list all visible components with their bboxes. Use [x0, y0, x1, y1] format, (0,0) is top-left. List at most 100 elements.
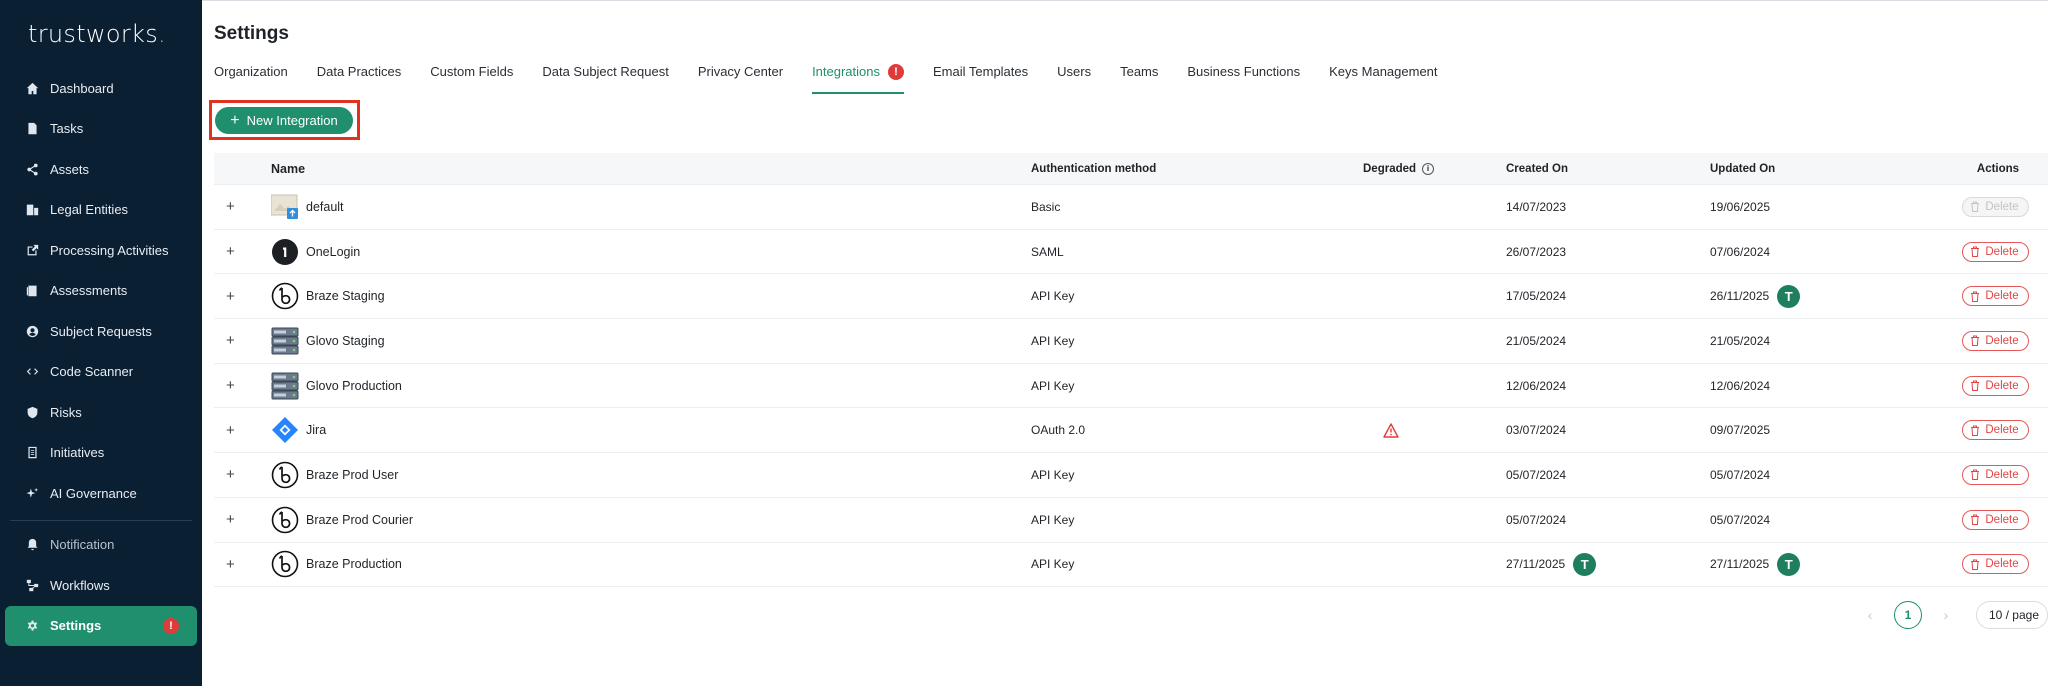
sidebar-item-label: Workflows — [50, 577, 110, 593]
table-row: + Glovo Production API Key 12/06/2024 12/06/… — [214, 364, 2048, 409]
tab-users[interactable]: Users — [1057, 62, 1091, 94]
expand-row-button[interactable]: + — [214, 422, 259, 439]
delete-button[interactable]: Delete — [1962, 330, 2029, 351]
sidebar-item-tasks[interactable]: Tasks — [0, 109, 202, 150]
sidebar-item-label: AI Governance — [50, 485, 137, 501]
expand-row-button[interactable]: + — [214, 198, 259, 215]
delete-label: Delete — [1985, 290, 2019, 303]
delete-label: Delete — [1985, 334, 2019, 347]
delete-button[interactable]: Delete — [1962, 286, 2029, 307]
updated-date: 19/06/2025 — [1710, 199, 1771, 214]
new-integration-button[interactable]: + New Integration — [215, 107, 353, 134]
updated-date: 07/06/2024 — [1710, 244, 1771, 259]
expand-row-button[interactable]: + — [214, 511, 259, 528]
tab-business-functions[interactable]: Business Functions — [1187, 62, 1300, 94]
tab-custom-fields[interactable]: Custom Fields — [430, 62, 513, 94]
tab-organization[interactable]: Organization — [214, 62, 288, 94]
delete-label: Delete — [1985, 424, 2019, 437]
sidebar-item-dashboard[interactable]: Dashboard — [0, 68, 202, 109]
updated-on-cell: 05/07/2024 — [1698, 513, 1898, 527]
integration-name[interactable]: Braze Staging — [306, 289, 385, 303]
updated-date: 26/11/2025 — [1710, 289, 1770, 304]
sidebar-item-assessments[interactable]: Assessments — [0, 271, 202, 312]
braze-icon — [271, 506, 299, 534]
expand-row-button[interactable]: + — [214, 288, 259, 305]
delete-button[interactable]: Delete — [1962, 375, 2029, 396]
auth-method-cell: Basic — [1031, 199, 1061, 214]
delete-label: Delete — [1985, 200, 2019, 213]
sidebar-item-legal-entities[interactable]: Legal Entities — [0, 190, 202, 231]
sidebar-item-label: Initiatives — [50, 445, 105, 461]
tab-integrations[interactable]: Integrations! — [812, 62, 904, 94]
auth-method-cell: API Key — [1031, 333, 1075, 348]
sidebar-item-risks[interactable]: Risks — [0, 392, 202, 433]
sidebar-nav-bottom: Notification Workflows Settings! — [0, 525, 202, 646]
table-row: + OneLogin SAML 26/07/2023 07/06/2024 Delete — [214, 230, 2048, 275]
integration-name[interactable]: default — [306, 200, 344, 214]
integration-name[interactable]: Braze Production — [306, 557, 402, 571]
delete-button[interactable]: Delete — [1962, 554, 2029, 575]
integration-name[interactable]: Glovo Staging — [306, 334, 385, 348]
trash-icon — [1970, 425, 1985, 436]
tab-data-practices[interactable]: Data Practices — [317, 62, 402, 94]
sidebar-item-initiatives[interactable]: Initiatives — [0, 433, 202, 474]
tab-teams[interactable]: Teams — [1120, 62, 1158, 94]
tab-email-templates[interactable]: Email Templates — [933, 62, 1028, 94]
updated-on-cell: 26/11/2025 T — [1698, 284, 1898, 308]
alert-badge: ! — [163, 617, 179, 634]
sidebar-item-settings[interactable]: Settings! — [5, 605, 197, 646]
expand-row-button[interactable]: + — [214, 332, 259, 349]
alert-badge: ! — [888, 64, 904, 80]
created-date: 21/05/2024 — [1506, 333, 1567, 348]
delete-button[interactable]: Delete — [1962, 509, 2029, 530]
integration-name[interactable]: Braze Prod User — [306, 468, 398, 482]
updated-column-header: Updated On — [1710, 162, 1776, 175]
sidebar-item-ai-governance[interactable]: AI Governance — [0, 473, 202, 514]
integration-name[interactable]: Braze Prod Courier — [306, 513, 413, 527]
delete-button[interactable]: Delete — [1962, 464, 2029, 485]
avatar[interactable]: T — [1777, 552, 1801, 576]
tab-keys-management[interactable]: Keys Management — [1329, 62, 1437, 94]
updated-on-cell: 27/11/2025 T — [1698, 552, 1898, 576]
sidebar-item-notification[interactable]: Notification — [0, 525, 202, 566]
sidebar-item-subject-requests[interactable]: Subject Requests — [0, 311, 202, 352]
avatar[interactable]: T — [1573, 552, 1597, 576]
expand-row-button[interactable]: + — [214, 243, 259, 260]
sidebar-item-code-scanner[interactable]: Code Scanner — [0, 352, 202, 393]
integration-name[interactable]: Glovo Production — [306, 379, 402, 393]
delete-button[interactable]: Delete — [1962, 241, 2029, 262]
page-title: Settings — [214, 23, 289, 44]
plus-icon: + — [230, 111, 240, 129]
expand-row-button[interactable]: + — [214, 466, 259, 483]
sidebar-item-assets[interactable]: Assets — [0, 149, 202, 190]
delete-label: Delete — [1985, 379, 2019, 392]
server-stack-icon — [271, 372, 299, 400]
integration-name[interactable]: Jira — [306, 423, 326, 437]
brand-logo[interactable]: trustworks. — [0, 0, 202, 68]
auth-method-cell: SAML — [1031, 244, 1064, 259]
code-icon — [24, 364, 40, 380]
page-1-button[interactable]: 1 — [1893, 601, 1922, 629]
prev-page-button[interactable]: ‹ — [1856, 607, 1884, 623]
page-size-select[interactable]: 10 / page — [1975, 601, 2048, 629]
next-page-button[interactable]: › — [1932, 607, 1960, 623]
tab-label: Business Functions — [1187, 64, 1301, 79]
sidebar-item-label: Legal Entities — [50, 202, 129, 218]
sidebar-item-workflows[interactable]: Workflows — [0, 565, 202, 606]
sidebar-item-processing-activities[interactable]: Processing Activities — [0, 230, 202, 271]
expand-row-button[interactable]: + — [214, 377, 259, 394]
gear-icon — [24, 618, 40, 634]
tab-label: Data Subject Request — [542, 64, 669, 79]
expand-row-button[interactable]: + — [214, 556, 259, 573]
tab-data-subject-request[interactable]: Data Subject Request — [542, 62, 668, 94]
trash-icon — [1970, 201, 1985, 213]
integration-name[interactable]: OneLogin — [306, 245, 360, 259]
delete-button[interactable]: Delete — [1962, 420, 2029, 441]
info-icon[interactable]: i — [1422, 162, 1435, 175]
tab-privacy-center[interactable]: Privacy Center — [698, 62, 783, 94]
server-stack-icon — [271, 327, 299, 355]
avatar[interactable]: T — [1777, 284, 1801, 308]
building-icon — [24, 202, 40, 218]
auth-column-header: Authentication method — [1031, 162, 1157, 175]
warning-icon — [1383, 423, 1399, 438]
